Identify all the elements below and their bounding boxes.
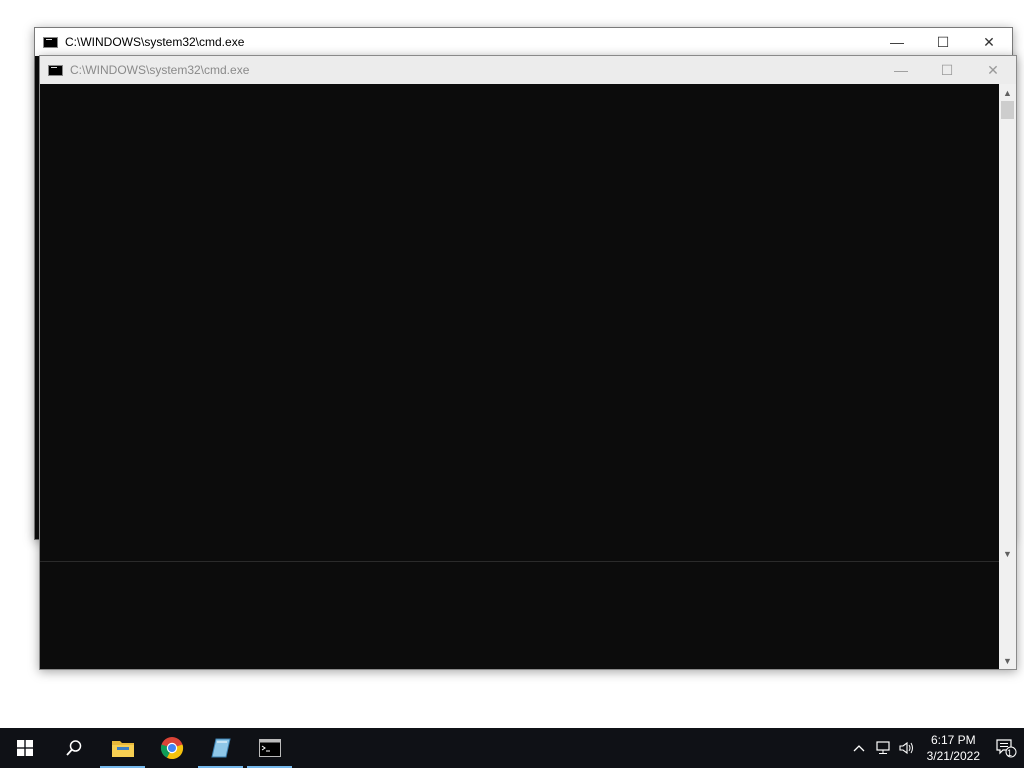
blue-book-icon: [210, 738, 231, 758]
scroll-down-arrow-icon[interactable]: ▼: [999, 652, 1016, 669]
file-explorer-button[interactable]: [98, 728, 147, 768]
notification-count: 1: [1007, 748, 1013, 758]
taskbar: 6:17 PM 3/21/2022 1: [0, 728, 1024, 768]
pane-divider: [40, 561, 999, 562]
minimize-button[interactable]: —: [878, 56, 924, 84]
chrome-button[interactable]: [147, 728, 196, 768]
cmd-icon: [43, 36, 58, 48]
clock-time: 6:17 PM: [930, 733, 976, 747]
minimize-button[interactable]: —: [874, 28, 920, 56]
chevron-up-icon[interactable]: [847, 728, 871, 768]
app-button[interactable]: [196, 728, 245, 768]
vertical-scrollbar[interactable]: ▲ ▼: [999, 84, 1016, 562]
volume-icon[interactable]: [895, 728, 919, 768]
network-icon[interactable]: [871, 728, 895, 768]
clock-date: 3/21/2022: [926, 749, 980, 763]
maximize-button[interactable]: ☐: [920, 28, 966, 56]
start-button[interactable]: [0, 728, 49, 768]
scroll-up-arrow-icon[interactable]: ▲: [999, 84, 1016, 101]
search-button[interactable]: [49, 728, 98, 768]
scroll-down-arrow-icon[interactable]: ▼: [999, 545, 1016, 562]
system-tray: 6:17 PM 3/21/2022 1: [847, 728, 1024, 768]
title-bar[interactable]: C:\WINDOWS\system32\cmd.exe — ☐ ✕: [40, 56, 1016, 84]
cmd-icon: [258, 739, 281, 757]
lower-scrollbar[interactable]: ▼: [999, 562, 1016, 669]
window-title: C:\WINDOWS\system32\cmd.exe: [70, 63, 250, 77]
action-center-button[interactable]: 1: [988, 728, 1024, 768]
console-area[interactable]: [40, 84, 999, 669]
folder-icon: [111, 741, 134, 757]
close-button[interactable]: ✕: [970, 56, 1016, 84]
search-icon: [65, 740, 81, 756]
notification-icon: [996, 739, 1017, 758]
windows-logo-icon: [16, 740, 33, 756]
close-button[interactable]: ✕: [966, 28, 1012, 56]
cmd-icon: [48, 64, 63, 76]
title-bar[interactable]: C:\WINDOWS\system32\cmd.exe — ☐ ✕: [35, 28, 1012, 56]
maximize-button[interactable]: ☐: [924, 56, 970, 84]
scrollbar-thumb[interactable]: [1001, 101, 1014, 119]
cmd-window-front[interactable]: C:\WINDOWS\system32\cmd.exe — ☐ ✕ ▲ ▼ ▼: [39, 55, 1017, 670]
chrome-icon: [160, 737, 183, 760]
cmd-taskbar-button[interactable]: [245, 728, 294, 768]
window-title: C:\WINDOWS\system32\cmd.exe: [65, 35, 245, 49]
clock[interactable]: 6:17 PM 3/21/2022: [919, 732, 988, 764]
